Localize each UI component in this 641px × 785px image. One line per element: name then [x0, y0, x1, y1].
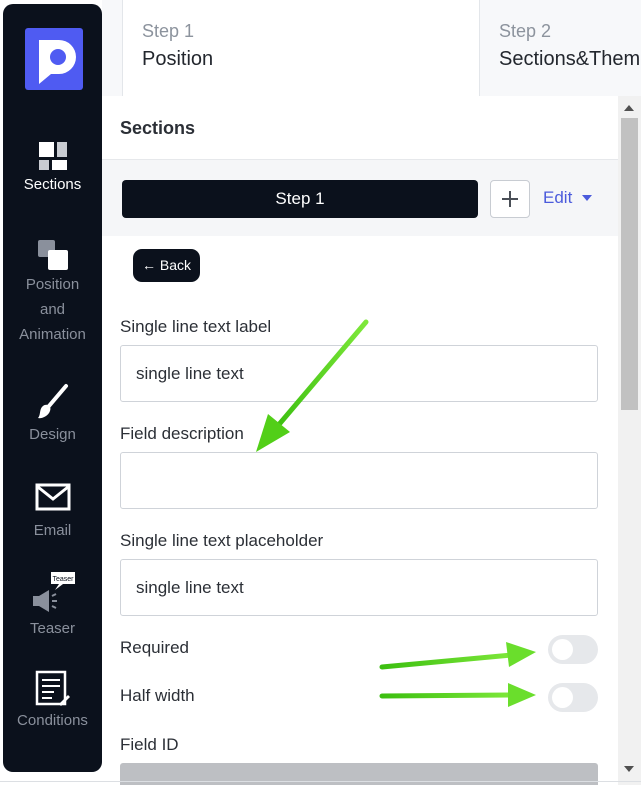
sections-icon [38, 142, 67, 170]
sidebar-item-label: Design [29, 426, 76, 443]
sidebar-item-label: Email [33, 522, 72, 539]
sidebar-item-design[interactable]: Design [3, 382, 102, 447]
step-tab-position[interactable]: Step 1 Position [122, 0, 480, 96]
step-tab-sections-theme[interactable]: Step 2 Sections&Theme [480, 0, 641, 96]
sidebar-item-teaser[interactable]: Teaser Teaser [3, 570, 102, 641]
sidebar-item-conditions[interactable]: Conditions [3, 670, 102, 733]
position-animation-icon [37, 240, 68, 270]
field-id-label: Field ID [120, 735, 179, 754]
add-step-button[interactable] [490, 180, 530, 218]
sidebar-item-label: Sections [23, 176, 82, 193]
conditions-icon [35, 670, 70, 706]
label-field-label: Single line text label [120, 317, 272, 336]
description-field-input[interactable] [120, 452, 598, 509]
envelope-icon [35, 483, 70, 511]
step-number: Step 1 [142, 21, 195, 41]
required-label: Required [120, 638, 189, 657]
plus-icon [502, 191, 518, 207]
panel-title: Sections [120, 118, 196, 138]
toggle-knob [552, 687, 573, 708]
caret-down-icon [582, 195, 593, 201]
app-logo[interactable] [25, 28, 83, 90]
sidebar-item-position-animation[interactable]: Position and Animation [3, 238, 102, 347]
paintbrush-icon [37, 384, 68, 419]
description-field-label: Field description [120, 424, 244, 443]
panel-scrollbar[interactable] [618, 96, 641, 785]
panel-header: Sections [102, 96, 618, 160]
teaser-badge: Teaser [52, 576, 74, 583]
step-selector-row: Step 1 Edit [102, 160, 618, 236]
sections-panel: Sections Step 1 Edit ← Back Single line … [102, 96, 618, 785]
bottom-divider [0, 781, 641, 782]
placeholder-field-input[interactable] [120, 559, 598, 616]
scroll-thumb[interactable] [621, 118, 638, 410]
step-name: Position [142, 48, 214, 70]
step-number: Step 2 [499, 21, 552, 41]
megaphone-icon: Teaser [32, 572, 75, 612]
step-name: Sections&Theme [499, 48, 641, 70]
scroll-up-arrow-icon[interactable] [624, 105, 634, 111]
sidebar-item-label: Teaser [29, 620, 76, 637]
sidebar-item-label: Position and Animation [19, 276, 86, 343]
sidebar: Sections Position and Animation Design Ema… [3, 4, 102, 772]
edit-dropdown[interactable]: Edit [543, 188, 593, 208]
edit-label: Edit [543, 188, 573, 207]
sidebar-item-label: Conditions [17, 712, 88, 729]
steps-bar: Step 1 Position Step 2 Sections&Theme [102, 0, 641, 96]
sidebar-item-sections[interactable]: Sections [3, 140, 102, 197]
label-field-input[interactable] [120, 345, 598, 402]
toggle-knob [552, 639, 573, 660]
required-toggle[interactable] [548, 635, 598, 664]
logo-p-icon [39, 40, 76, 84]
placeholder-field-label: Single line text placeholder [120, 531, 324, 550]
step-select[interactable]: Step 1 [122, 180, 478, 218]
back-button[interactable]: ← Back [133, 249, 200, 282]
half-width-label: Half width [120, 686, 195, 705]
half-width-toggle[interactable] [548, 683, 598, 712]
sidebar-item-email[interactable]: Email [3, 482, 102, 543]
scroll-down-arrow-icon[interactable] [624, 766, 634, 772]
